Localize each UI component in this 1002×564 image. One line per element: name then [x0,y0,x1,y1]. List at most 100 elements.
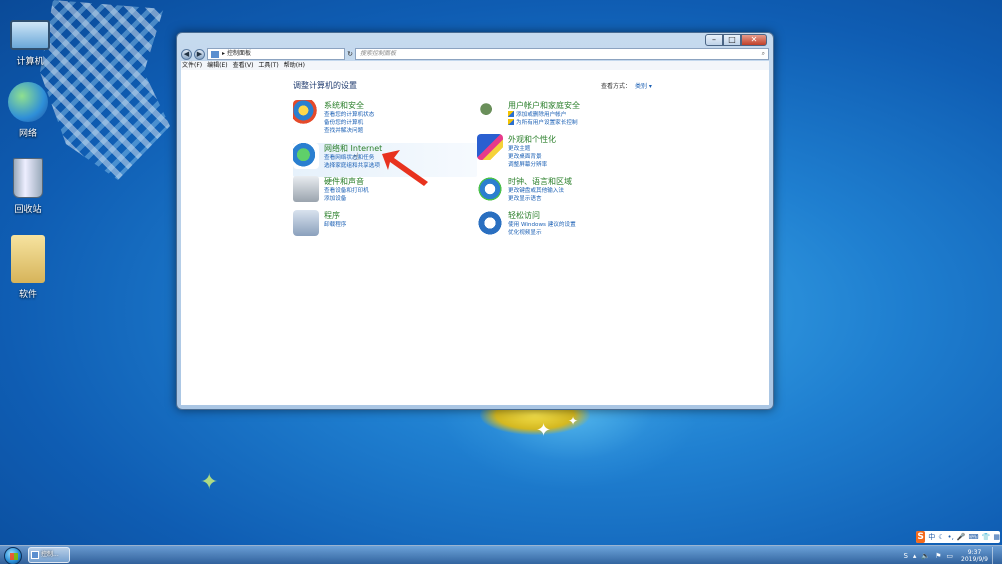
volume-icon[interactable]: 🔈 [921,552,930,560]
search-input[interactable]: 搜索控制面板 ⌕ [355,48,769,60]
desktop-icon-label: 计算机 [16,57,44,67]
category-link[interactable]: 查看设备和打印机 [324,187,369,195]
category-link[interactable]: 查看您的计算机状态 [324,111,374,119]
ime-mode[interactable]: 中 [928,532,935,542]
control-panel-icon [211,50,219,58]
ime-toolbar[interactable]: S 中 ☾ •, 🎤 ⌨ 👕 ▦ [916,531,1000,543]
taskbar-label: 控制... [41,551,59,558]
control-panel-content: 调整计算机的设置 查看方式： 类别 ▾ 系统和安全 查看您的计算机状态 备份您的… [181,70,769,405]
category-link-text: 为所有用户设置家长控制 [516,120,578,126]
menu-edit[interactable]: 编辑(E) [207,61,227,70]
category-ease-of-access: 轻松访问 使用 Windows 建议的设置 优化视频显示 [477,210,576,237]
address-bar[interactable]: ▸ 控制面板 [207,48,345,60]
category-link[interactable]: 卸载程序 [324,221,346,229]
desktop-icon-label: 回收站 [14,205,42,215]
desktop-icon-label: 软件 [18,290,37,300]
category-title[interactable]: 时钟、语言和区域 [508,176,572,187]
search-placeholder: 搜索控制面板 [360,50,397,57]
appearance-icon[interactable] [477,134,503,160]
clock-language-icon[interactable] [477,176,503,202]
search-icon[interactable]: ⌕ [762,49,768,59]
mouse-cursor-icon: ☝ [353,152,360,163]
category-user-accounts: 用户帐户和家庭安全 添加或删除用户帐户 为所有用户设置家长控制 [477,100,580,127]
close-button[interactable]: ✕ [741,34,767,46]
computer-icon [10,20,50,50]
user-accounts-icon[interactable] [477,100,503,126]
desktop-icon-network[interactable]: 网络 [0,82,56,139]
refresh-icon[interactable]: ↻ [345,48,355,60]
minimize-button[interactable]: – [705,34,723,46]
category-link[interactable]: 调整屏幕分辨率 [508,161,556,169]
category-title[interactable]: 用户帐户和家庭安全 [508,100,580,111]
category-link[interactable]: 更改主题 [508,145,556,153]
hardware-sound-icon[interactable] [293,176,319,202]
menu-view[interactable]: 查看(V) [233,61,254,70]
system-security-icon[interactable] [293,100,319,126]
network-icon [8,82,48,122]
category-link[interactable]: 更改键盘或其他输入法 [508,187,572,195]
category-title[interactable]: 系统和安全 [324,100,374,111]
category-system-security: 系统和安全 查看您的计算机状态 备份您的计算机 查找并解决问题 [293,100,374,135]
desktop-icon-computer[interactable]: 计算机 [2,12,58,67]
network-internet-icon[interactable] [293,143,319,169]
folder-icon [11,235,45,283]
view-by-dropdown[interactable]: 类别 ▾ [635,81,652,90]
show-desktop-button[interactable] [992,547,998,564]
category-link[interactable]: 为所有用户设置家长控制 [508,119,580,127]
category-link[interactable]: 查找并解决问题 [324,127,374,135]
flag-icon[interactable]: ⚑ [935,552,941,560]
wallpaper-shard [40,0,170,180]
menu-help[interactable]: 帮助(H) [284,61,305,70]
window-controls: – □ ✕ [705,34,767,46]
category-title[interactable]: 轻松访问 [508,210,576,221]
forward-button[interactable]: ▶ [194,48,205,60]
clock-time: 9:37 [967,548,982,556]
system-tray: S ▴ 🔈 ⚑ ▭ 9:37 2019/9/9 [898,547,998,564]
grid-icon[interactable]: ▦ [993,533,1000,541]
sogou-tray-icon[interactable]: S [903,552,907,560]
ease-of-access-icon[interactable] [477,210,503,236]
category-title[interactable]: 硬件和声音 [324,176,369,187]
back-button[interactable]: ◀ [181,48,192,60]
category-link[interactable]: 使用 Windows 建议的设置 [508,221,576,229]
category-link[interactable]: 选择家庭组和共享选项 [324,162,382,170]
category-link-text: 添加或删除用户帐户 [516,112,567,118]
clock-date: 2019/9/9 [961,555,988,563]
category-link[interactable]: 更改显示语言 [508,195,572,203]
taskbar-control-panel[interactable]: 控制... [28,547,70,563]
show-hidden-icon[interactable]: ▴ [913,552,917,560]
shield-icon [508,119,514,125]
shield-icon [508,111,514,117]
category-link[interactable]: 添加或删除用户帐户 [508,111,580,119]
clock[interactable]: 9:37 2019/9/9 [961,549,988,563]
desktop-icon-label: 网络 [18,129,37,139]
desktop-icon-software[interactable]: 软件 [0,235,56,300]
menu-bar: 文件(F) 编辑(E) 查看(V) 工具(T) 帮助(H) [181,61,769,70]
menu-file[interactable]: 文件(F) [182,61,202,70]
sogou-logo-icon: S [916,531,926,543]
view-by-label: 查看方式： [601,83,632,90]
keyboard-icon[interactable]: ⌨ [969,533,979,541]
category-link[interactable]: 备份您的计算机 [324,119,374,127]
start-button[interactable] [4,547,22,564]
moon-icon[interactable]: ☾ [938,533,944,541]
category-title[interactable]: 外观和个性化 [508,134,556,145]
punctuation-icon[interactable]: •, [947,533,953,541]
programs-icon[interactable] [293,210,319,236]
address-row: ◀ ▶ ▸ 控制面板 ↻ 搜索控制面板 ⌕ [181,47,769,61]
shirt-icon[interactable]: 👕 [982,533,991,541]
annotation-arrow-icon [382,150,428,186]
category-link[interactable]: 添加设备 [324,195,369,203]
maximize-button[interactable]: □ [723,34,741,46]
category-appearance: 外观和个性化 更改主题 更改桌面背景 调整屏幕分辨率 [477,134,556,169]
network-tray-icon[interactable]: ▭ [946,552,953,560]
category-link[interactable]: 更改桌面背景 [508,153,556,161]
menu-tools[interactable]: 工具(T) [258,61,278,70]
mic-icon[interactable]: 🎤 [957,533,966,541]
category-link[interactable]: 优化视频显示 [508,229,576,237]
sparkle-icon: ✦ [536,420,552,441]
category-clock-language: 时钟、语言和区域 更改键盘或其他输入法 更改显示语言 [477,176,572,203]
desktop-icon-recycle-bin[interactable]: 回收站 [0,158,56,215]
address-text: 控制面板 [227,50,252,57]
category-title[interactable]: 程序 [324,210,346,221]
